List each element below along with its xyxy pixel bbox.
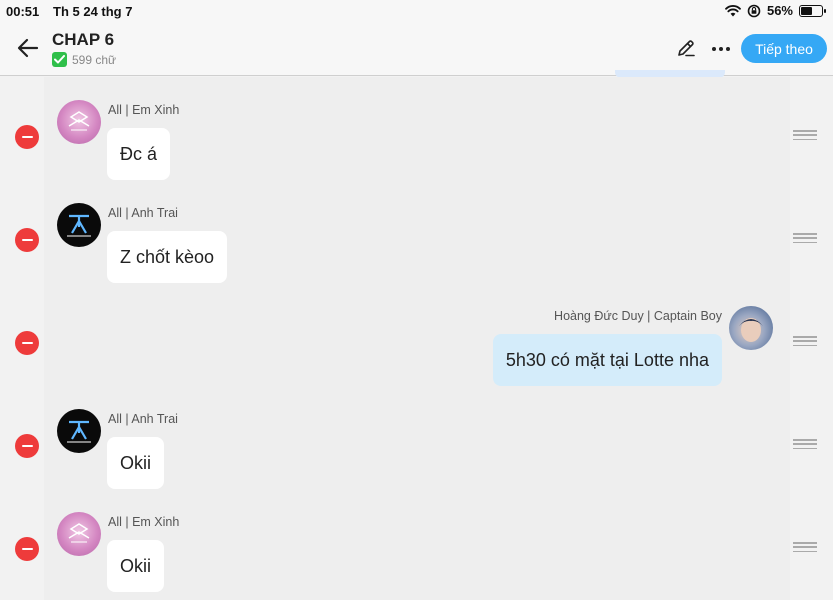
status-right: 56% (725, 3, 826, 18)
sender-name: All | Anh Trai (108, 412, 178, 426)
delete-message-button[interactable] (15, 537, 39, 561)
message-list[interactable]: All | Em Xinh Đc á All | Anh Trai Z chốt… (0, 77, 833, 600)
back-button[interactable] (14, 34, 42, 62)
drag-handle[interactable] (793, 542, 817, 552)
drag-handle[interactable] (793, 336, 817, 346)
next-chapter-button[interactable]: Tiếp theo (741, 34, 827, 63)
battery-icon (799, 4, 826, 17)
chapter-header: CHAP 6 599 chữ Tiếp theo (0, 22, 833, 78)
battery-fill (801, 6, 812, 15)
drag-handle[interactable] (793, 439, 817, 449)
delete-message-button[interactable] (15, 125, 39, 149)
word-count: 599 chữ (52, 52, 116, 67)
drag-line (793, 439, 817, 441)
minus-icon (21, 136, 33, 138)
rotation-lock-icon (747, 4, 761, 17)
list-item: All | Anh Trai Okii (0, 386, 833, 489)
status-time: 00:51 (6, 4, 40, 19)
arrow-left-icon (17, 38, 39, 58)
message-bubble[interactable]: Đc á (107, 128, 171, 180)
em-xinh-avatar[interactable] (57, 512, 101, 556)
message-bubble[interactable]: 5h30 có mặt tại Lotte nha (492, 334, 722, 386)
anh-trai-logo-icon (67, 420, 91, 443)
anh-trai-avatar[interactable] (57, 203, 101, 247)
status-date: Th 5 24 thg 7 (53, 4, 133, 19)
minus-icon (21, 342, 33, 344)
edit-button[interactable] (676, 38, 698, 60)
minus-icon (21, 445, 33, 447)
delete-message-button[interactable] (15, 434, 39, 458)
list-item: All | Em Xinh Đc á (0, 77, 833, 180)
delete-message-button[interactable] (15, 228, 39, 252)
drag-line (793, 443, 817, 445)
em-xinh-avatar[interactable] (57, 100, 101, 144)
minus-icon (21, 548, 33, 550)
status-bar: 00:51 Th 5 24 thg 7 56% (0, 0, 833, 22)
sender-name: All | Anh Trai (108, 206, 178, 220)
delete-message-button[interactable] (15, 331, 39, 355)
list-item: All | Em Xinh Okii (0, 489, 833, 592)
sender-name: Hoàng Đức Duy | Captain Boy (554, 309, 722, 323)
captain-boy-photo-icon (739, 318, 763, 342)
wifi-icon (725, 5, 741, 17)
em-xinh-logo-icon (68, 111, 90, 131)
drag-line (793, 130, 817, 132)
battery-percent: 56% (766, 3, 793, 18)
more-dot-icon (712, 47, 716, 51)
check-icon (52, 52, 67, 67)
more-dot-icon (726, 47, 730, 51)
captain-boy-avatar[interactable] (729, 306, 773, 350)
drag-line (793, 550, 817, 552)
drag-line (793, 344, 817, 346)
pencil-icon (678, 40, 695, 57)
anh-trai-logo-icon (67, 214, 91, 237)
sender-name: All | Em Xinh (108, 515, 180, 529)
drag-line (793, 237, 817, 239)
drag-line (793, 241, 817, 243)
page-title: CHAP 6 (52, 30, 115, 49)
message-bubble[interactable]: Okii (107, 540, 164, 592)
list-item: All | Anh Trai Z chốt kèoo (0, 180, 833, 283)
drag-line (793, 233, 817, 235)
drag-line (793, 138, 817, 140)
drag-line (793, 340, 817, 342)
drag-handle[interactable] (793, 130, 817, 140)
drag-line (793, 134, 817, 136)
em-xinh-logo-icon (68, 523, 90, 543)
drag-handle[interactable] (793, 233, 817, 243)
sender-name: All | Em Xinh (108, 103, 180, 117)
anh-trai-avatar[interactable] (57, 409, 101, 453)
drag-line (793, 336, 817, 338)
list-item: Hoàng Đức Duy | Captain Boy 5h30 có mặt … (0, 283, 833, 386)
minus-icon (21, 239, 33, 241)
drag-line (793, 447, 817, 449)
word-count-label: 599 chữ (72, 52, 117, 67)
drag-line (793, 546, 817, 548)
more-dot-icon (719, 47, 723, 51)
message-bubble[interactable]: Okii (107, 437, 164, 489)
more-options-button[interactable] (708, 38, 734, 60)
message-bubble[interactable]: Z chốt kèoo (107, 231, 228, 283)
drag-line (793, 542, 817, 544)
